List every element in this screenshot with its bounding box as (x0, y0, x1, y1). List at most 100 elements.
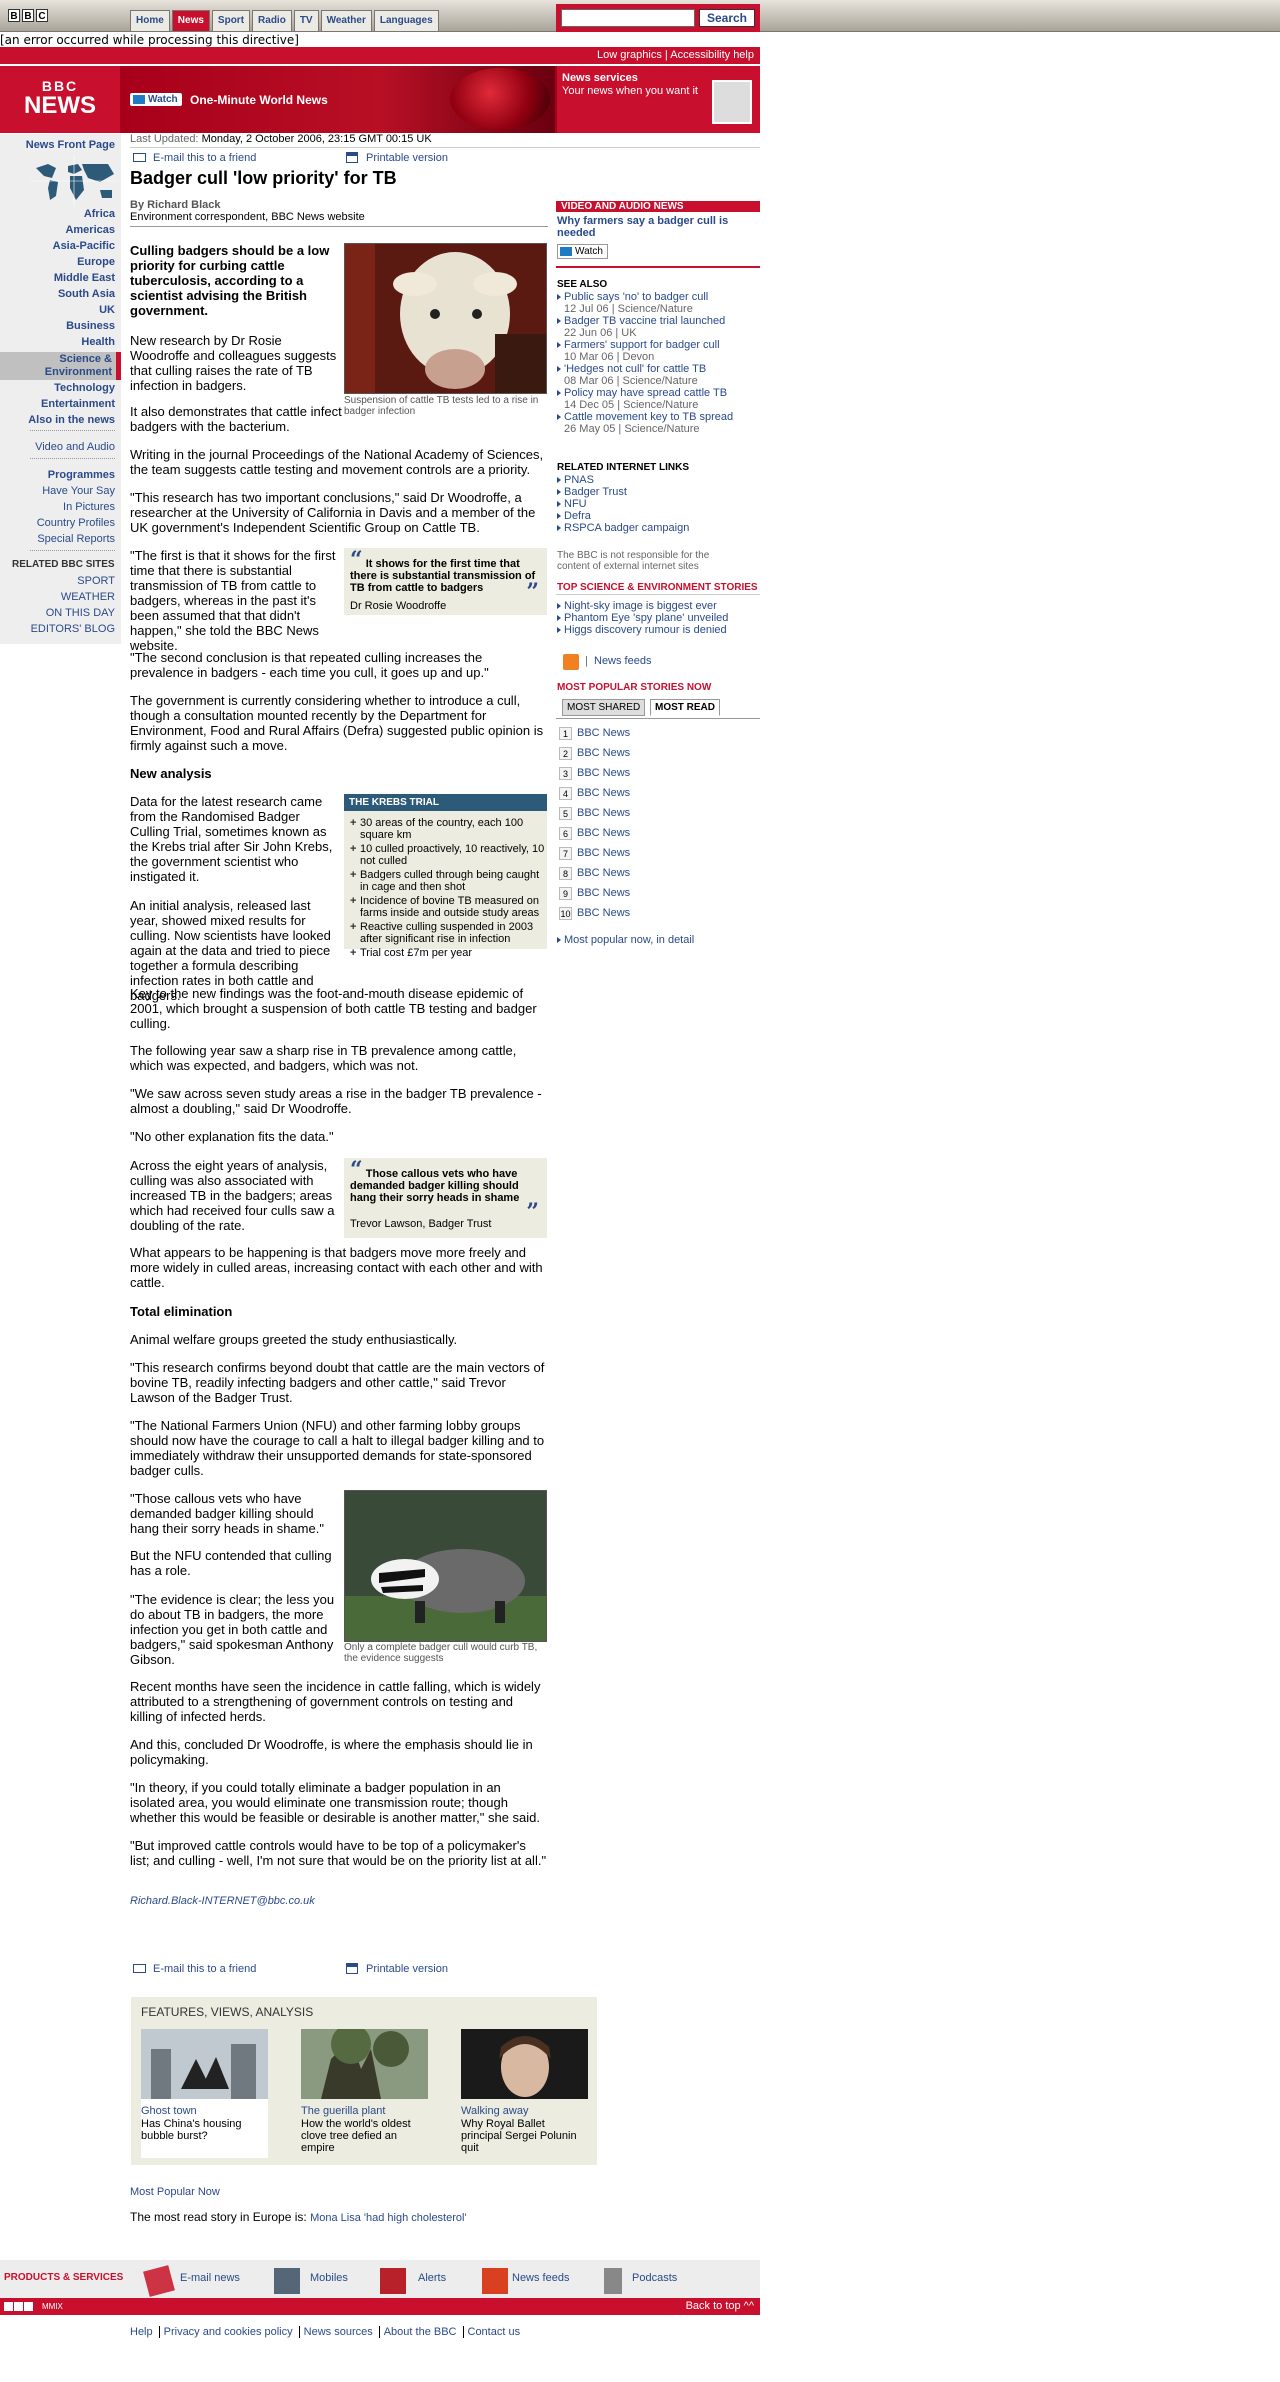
nav-special-reports[interactable]: Special Reports (37, 533, 115, 545)
see-also-link[interactable]: Public says 'no' to badger cull (557, 291, 760, 303)
most-read-item[interactable]: 4 BBC News (557, 784, 757, 804)
nav-also-in-news[interactable]: Also in the news (28, 414, 115, 426)
feature-title[interactable]: The guerilla plant (301, 2105, 385, 2117)
tab-languages[interactable]: Languages (373, 10, 439, 31)
nav-front-page[interactable]: News Front Page (26, 139, 115, 151)
most-read-item[interactable]: 8 BBC News (557, 864, 757, 884)
nav-weather[interactable]: WEATHER (61, 591, 115, 603)
tab-tv[interactable]: TV (293, 10, 319, 31)
logo-letter: B (8, 9, 20, 22)
author-email-link[interactable]: Richard.Black-INTERNET@bbc.co.uk (130, 1895, 315, 1907)
most-read-item[interactable]: 5 BBC News (557, 804, 757, 824)
tab-most-read[interactable]: MOST READ (650, 699, 720, 716)
most-read-item[interactable]: 3 BBC News (557, 764, 757, 784)
most-read-item[interactable]: 6 BBC News (557, 824, 757, 844)
most-read-link[interactable]: BBC News (577, 727, 630, 739)
bbc-logo[interactable]: B B C (8, 9, 48, 22)
nav-europe[interactable]: Europe (77, 256, 115, 268)
feature-title[interactable]: Ghost town (141, 2105, 197, 2117)
one-minute-news-promo[interactable]: Watch One-Minute World News (120, 66, 555, 133)
nav-africa[interactable]: Africa (84, 208, 115, 220)
accessibility-link[interactable]: Accessibility help (670, 49, 754, 61)
related-link[interactable]: Badger Trust (557, 486, 760, 498)
feature-description: Why Royal Ballet principal Sergei Poluni… (461, 2118, 577, 2154)
top-story-link[interactable]: Higgs discovery rumour is denied (557, 624, 760, 636)
most-read-link[interactable]: BBC News (577, 827, 630, 839)
back-to-top-link[interactable]: Back to top ^^ (686, 2298, 754, 2315)
most-read-item[interactable]: 10 BBC News (557, 904, 757, 924)
top-story-link[interactable]: Phantom Eye 'spy plane' unveiled (557, 612, 760, 624)
related-link[interactable]: PNAS (557, 474, 760, 486)
article-paragraph: Recent months have seen the incidence in… (130, 1679, 541, 1724)
video-story-link[interactable]: Why farmers say a badger cull is needed (557, 215, 747, 239)
article-paragraph: "In theory, if you could totally elimina… (130, 1780, 541, 1825)
related-link[interactable]: NFU (557, 498, 760, 510)
nav-business[interactable]: Business (66, 320, 115, 332)
most-read-item[interactable]: 7 BBC News (557, 844, 757, 864)
see-also-link[interactable]: 'Hedges not cull' for cattle TB (557, 363, 760, 375)
divider (556, 594, 760, 595)
most-read-item[interactable]: 2 BBC News (557, 744, 757, 764)
footer-link-contact[interactable]: Contact us (462, 2326, 520, 2338)
news-services-promo[interactable]: News services Your news when you want it (557, 66, 760, 133)
one-minute-news-label[interactable]: One-Minute World News (190, 93, 328, 107)
nav-sport[interactable]: SPORT (77, 575, 115, 587)
video-watch-button[interactable]: Watch (557, 244, 608, 259)
nav-have-your-say[interactable]: Have Your Say (42, 485, 115, 497)
footer-link-help[interactable]: Help (130, 2326, 153, 2338)
nav-editors-blog[interactable]: EDITORS' BLOG (31, 623, 115, 635)
nav-middle-east[interactable]: Middle East (54, 272, 115, 284)
most-popular-detail-link[interactable]: Most popular now, in detail (557, 934, 1280, 946)
tab-home[interactable]: Home (130, 10, 170, 31)
europe-story-link[interactable]: Mona Lisa 'had high cholesterol' (310, 2212, 466, 2224)
tab-sport[interactable]: Sport (211, 10, 251, 31)
most-read-link[interactable]: BBC News (577, 887, 630, 899)
see-also-link[interactable]: Cattle movement key to TB spread (557, 411, 760, 423)
most-read-link[interactable]: BBC News (577, 747, 630, 759)
nav-country-profiles[interactable]: Country Profiles (37, 517, 115, 529)
tab-news[interactable]: News (171, 10, 210, 31)
footer-link-news-sources[interactable]: News sources (298, 2326, 373, 2338)
tab-most-shared[interactable]: MOST SHARED (562, 699, 646, 716)
search-button[interactable]: Search (699, 9, 755, 27)
article-paragraph: "No other explanation fits the data." (130, 1129, 334, 1144)
tab-radio[interactable]: Radio (252, 10, 292, 31)
related-link[interactable]: Defra (557, 510, 760, 522)
nav-on-this-day[interactable]: ON THIS DAY (46, 607, 115, 619)
most-read-item[interactable]: 9 BBC News (557, 884, 757, 904)
nav-uk[interactable]: UK (99, 304, 115, 316)
most-read-link[interactable]: BBC News (577, 867, 630, 879)
nav-entertainment[interactable]: Entertainment (41, 398, 115, 410)
see-also-link[interactable]: Badger TB vaccine trial launched (557, 315, 760, 327)
low-graphics-link[interactable]: Low graphics (597, 49, 662, 61)
nav-south-asia[interactable]: South Asia (58, 288, 115, 300)
nav-programmes[interactable]: Programmes (48, 469, 115, 481)
bbc-news-logo[interactable]: BBC NEWS (0, 66, 120, 133)
feature-card[interactable]: Ghost town Has China's housing bubble bu… (141, 2029, 268, 2158)
nav-in-pictures[interactable]: In Pictures (63, 501, 115, 513)
most-read-link[interactable]: BBC News (577, 767, 630, 779)
search-input[interactable] (561, 9, 695, 27)
most-read-link[interactable]: BBC News (577, 847, 630, 859)
nav-video-audio[interactable]: Video and Audio (35, 441, 115, 453)
feature-title[interactable]: Walking away (461, 2105, 528, 2117)
nav-technology[interactable]: Technology (54, 382, 115, 394)
most-read-link[interactable]: BBC News (577, 907, 630, 919)
most-read-item[interactable]: 1 BBC News (557, 724, 757, 744)
most-read-link[interactable]: BBC News (577, 807, 630, 819)
watch-button[interactable]: Watch (130, 93, 182, 106)
related-link[interactable]: RSPCA badger campaign (557, 522, 760, 534)
nav-asia-pacific[interactable]: Asia-Pacific (53, 240, 115, 252)
nav-health[interactable]: Health (81, 336, 115, 348)
most-read-link[interactable]: BBC News (577, 787, 630, 799)
nav-americas[interactable]: Americas (65, 224, 115, 236)
factbox-item: 30 areas of the country, each 100 square… (346, 817, 545, 841)
most-popular-now-link[interactable]: Most Popular Now (130, 2186, 220, 2198)
see-also-link[interactable]: Policy may have spread cattle TB (557, 387, 760, 399)
see-also-link[interactable]: Farmers' support for badger cull (557, 339, 760, 351)
nav-science-environment[interactable]: Science & Environment (37, 353, 112, 379)
footer-link-privacy[interactable]: Privacy and cookies policy (158, 2326, 293, 2338)
top-story-link[interactable]: Night-sky image is biggest ever (557, 600, 760, 612)
tab-weather[interactable]: Weather (320, 10, 372, 31)
footer-link-about-bbc[interactable]: About the BBC (378, 2326, 457, 2338)
